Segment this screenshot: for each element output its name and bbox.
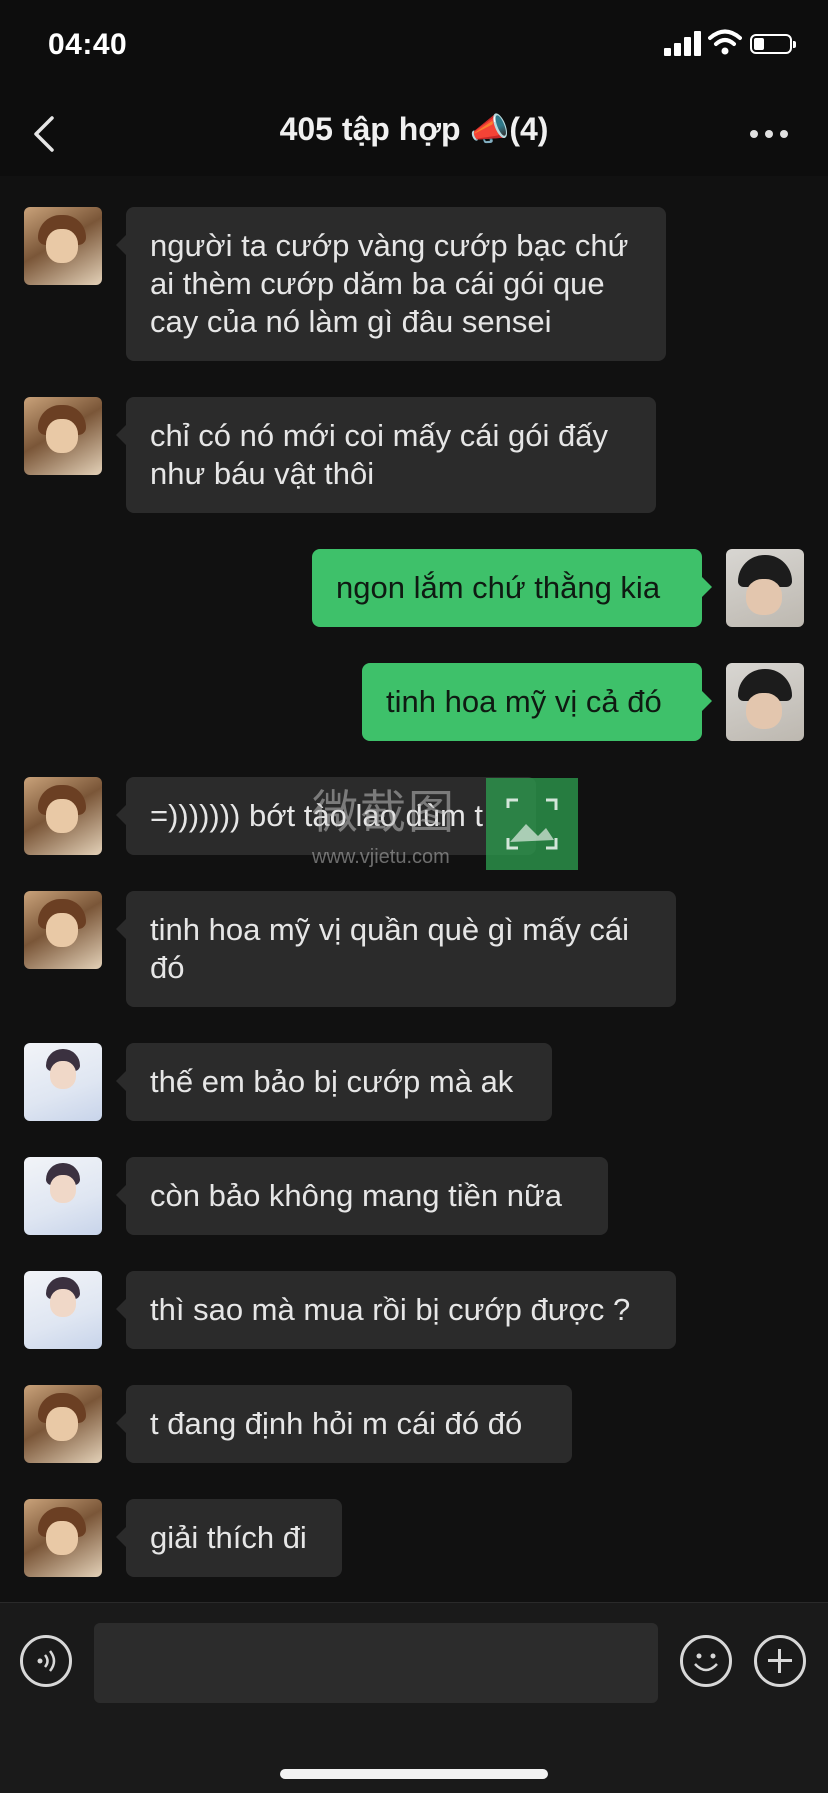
signal-icon <box>664 30 704 56</box>
status-time: 04:40 <box>48 28 128 61</box>
message-bubble: =))))))) bớt tào lao dùm t <box>116 777 536 855</box>
message-bubble: tinh hoa mỹ vị cả đó <box>362 663 712 741</box>
message-bubble: giải thích đi <box>116 1499 342 1577</box>
avatar[interactable] <box>24 1043 102 1121</box>
wifi-icon <box>708 29 742 55</box>
avatar[interactable] <box>24 207 102 285</box>
avatar[interactable] <box>24 1157 102 1235</box>
plus-icon[interactable] <box>754 1635 806 1687</box>
emoji-icon[interactable] <box>680 1635 732 1687</box>
message-bubble: chỉ có nó mới coi mấy cái gói đấy như bá… <box>116 397 656 513</box>
avatar[interactable] <box>726 663 804 741</box>
input-bar <box>0 1602 828 1793</box>
chat-header: 405 tập hợp 📣(4) <box>0 92 828 176</box>
avatar[interactable] <box>24 891 102 969</box>
battery-icon <box>750 34 796 54</box>
avatar[interactable] <box>726 549 804 627</box>
message-bubble: thế em bảo bị cướp mà ak <box>116 1043 552 1121</box>
ellipsis-icon[interactable] <box>744 122 794 146</box>
status-bar: 04:40 <box>0 0 828 92</box>
avatar[interactable] <box>24 1385 102 1463</box>
home-indicator <box>280 1769 548 1779</box>
avatar[interactable] <box>24 1499 102 1577</box>
message-bubble: còn bảo không mang tiền nữa <box>116 1157 608 1235</box>
message-bubble: tinh hoa mỹ vị quần què gì mấy cái đó <box>116 891 676 1007</box>
chat-title: 405 tập hợp 📣(4) <box>279 111 549 147</box>
message-bubble: thì sao mà mua rồi bị cướp được ? <box>116 1271 676 1349</box>
message-bubble: ngon lắm chứ thằng kia <box>312 549 712 627</box>
message-input[interactable] <box>94 1623 658 1703</box>
message-bubble: t đang định hỏi m cái đó đó <box>116 1385 572 1463</box>
avatar[interactable] <box>24 1271 102 1349</box>
avatar[interactable] <box>24 397 102 475</box>
message-bubble: người ta cướp vàng cướp bạc chứ ai thèm … <box>116 207 666 361</box>
voice-icon[interactable] <box>20 1635 72 1687</box>
avatar[interactable] <box>24 777 102 855</box>
message-list[interactable]: người ta cướp vàng cướp bạc chứ ai thèm … <box>0 176 828 1602</box>
